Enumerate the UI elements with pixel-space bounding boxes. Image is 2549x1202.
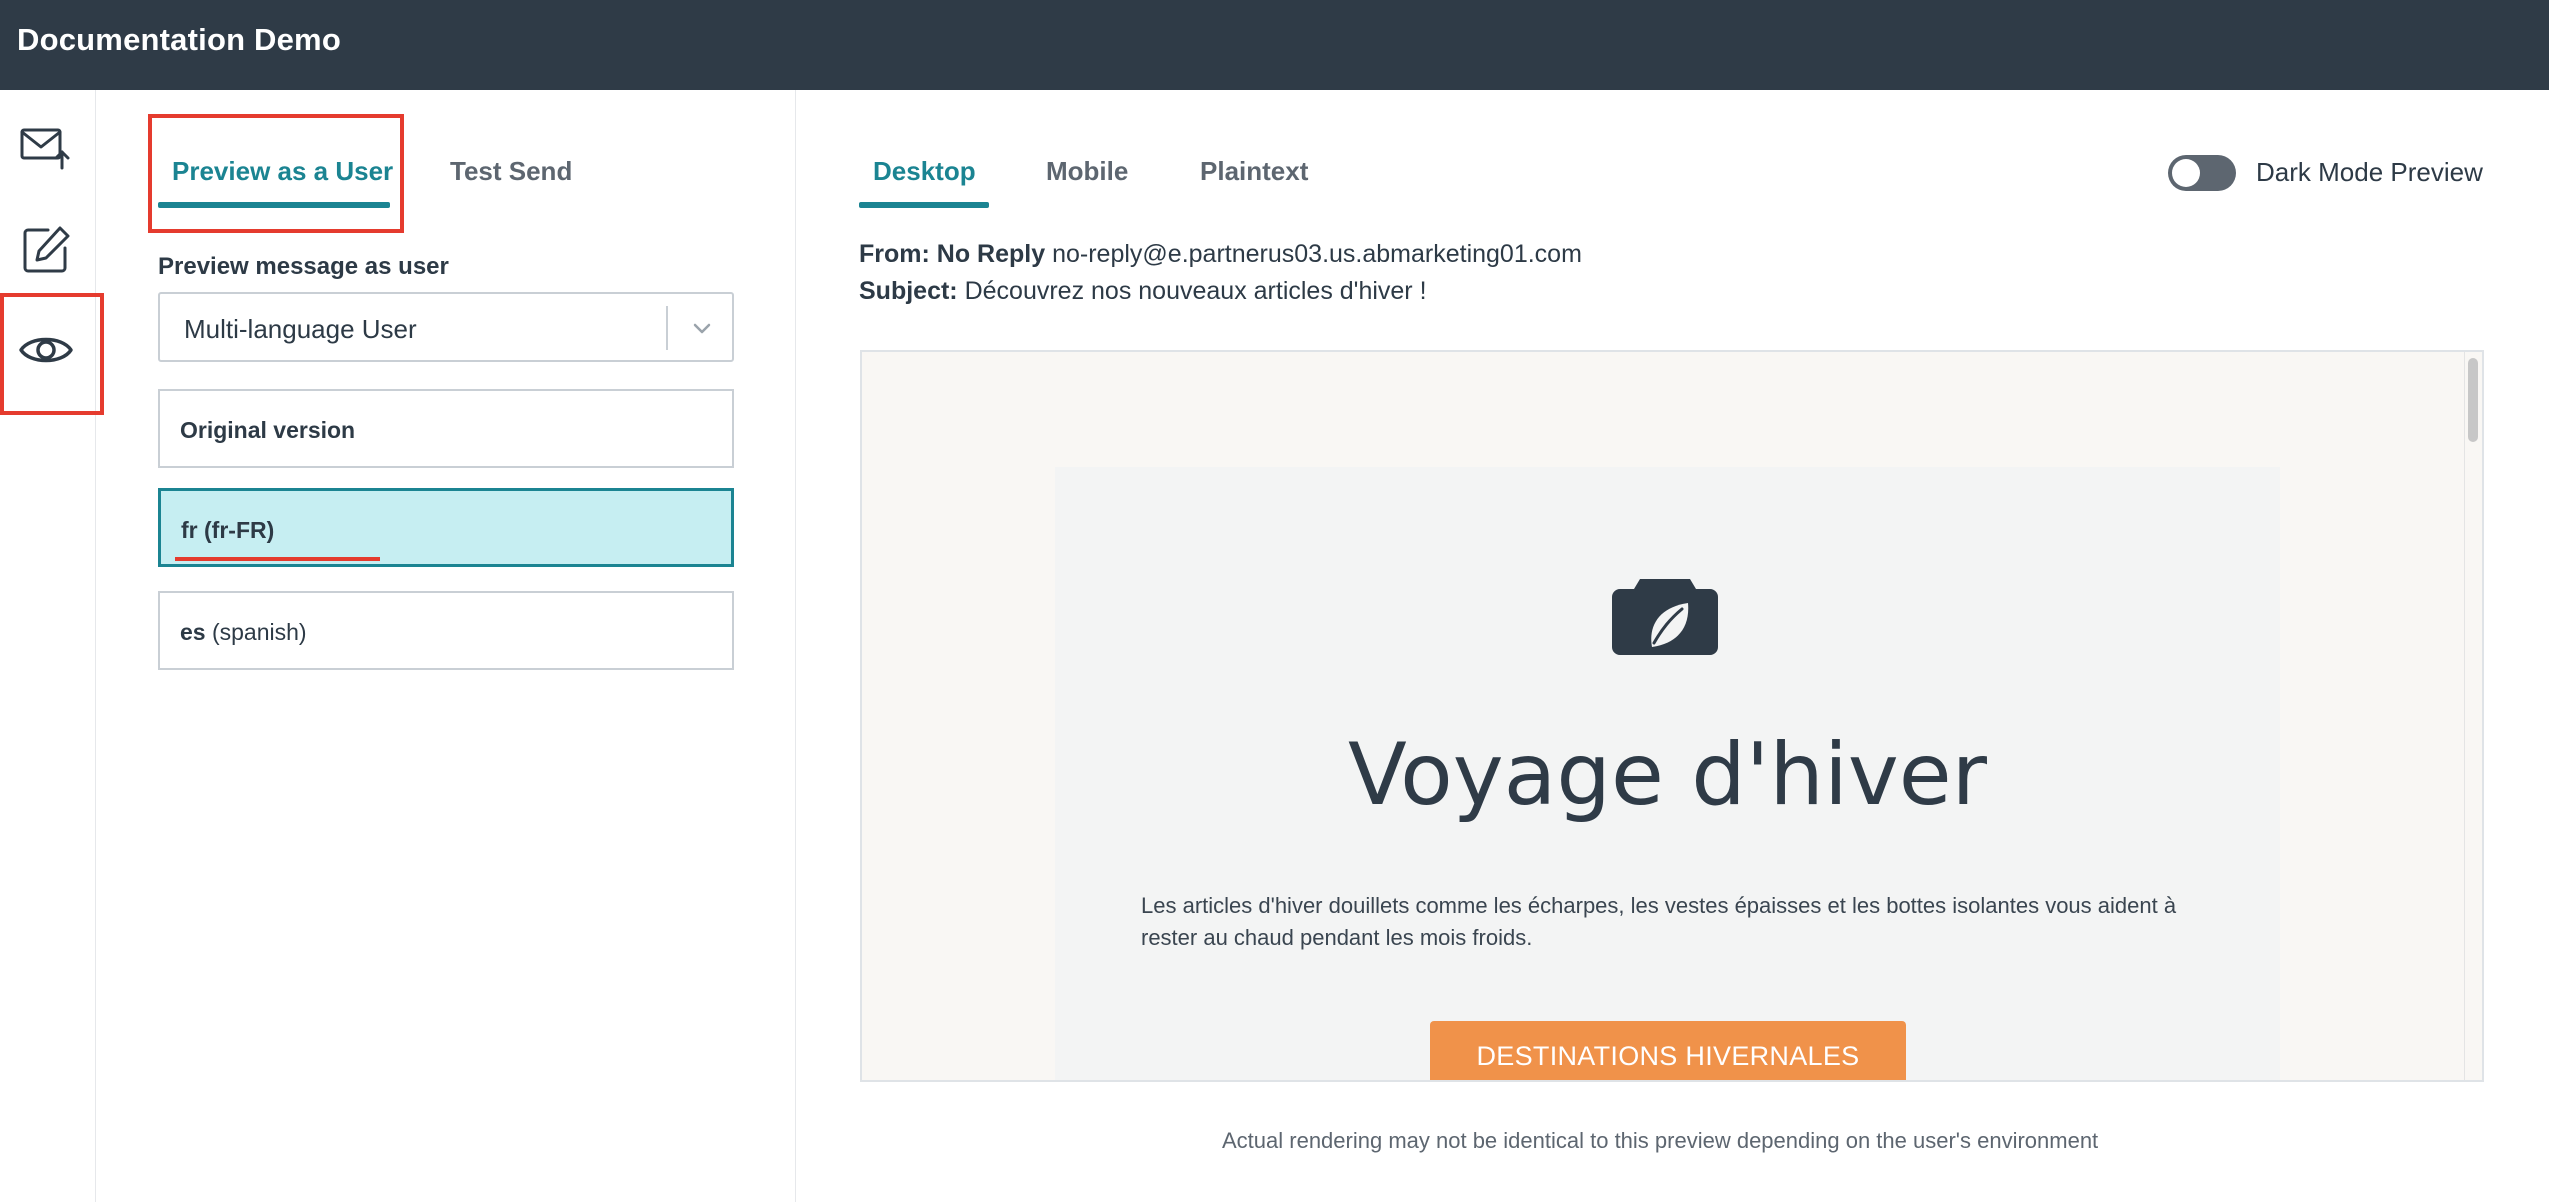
left-icon-rail xyxy=(0,90,96,1202)
scrollbar-thumb[interactable] xyxy=(2468,358,2478,442)
from-email: no-reply@e.partnerus03.us.abmarketing01.… xyxy=(1052,240,1582,268)
subject-label: Subject: xyxy=(859,277,958,305)
version-code: es xyxy=(180,619,206,645)
user-select-value: Multi-language User xyxy=(184,314,417,344)
camera-leaf-logo-icon xyxy=(1612,579,1718,655)
preview-user-label: Preview message as user xyxy=(158,253,449,280)
tab-desktop[interactable]: Desktop xyxy=(873,156,976,187)
version-option-es[interactable]: es (spanish) xyxy=(158,591,734,670)
toggle-knob xyxy=(2172,159,2200,187)
from-name: No Reply xyxy=(936,240,1046,268)
top-bar: Documentation Demo xyxy=(0,0,2549,90)
subject-line: Subject: Découvrez nos nouveaux articles… xyxy=(859,277,1427,306)
tab-plaintext[interactable]: Plaintext xyxy=(1200,156,1308,187)
email-body-text: Les articles d'hiver douillets comme les… xyxy=(1141,893,2177,950)
eye-icon-highlight-box xyxy=(0,293,104,415)
preview-settings-panel: Preview as a User Test Send Preview mess… xyxy=(96,90,796,1202)
envelope-send-icon[interactable] xyxy=(18,120,74,176)
version-option-original[interactable]: Original version xyxy=(158,389,734,468)
version-code: fr xyxy=(181,517,198,543)
active-device-tab-indicator xyxy=(859,202,989,208)
preview-scrollbar[interactable] xyxy=(2464,352,2482,1080)
dark-mode-toggle[interactable] xyxy=(2168,155,2236,191)
version-option-fr[interactable]: fr (fr-FR) xyxy=(158,488,734,567)
cta-button[interactable]: DESTINATIONS HIVERNALES xyxy=(1430,1021,1906,1080)
tab-test-send[interactable]: Test Send xyxy=(450,156,572,187)
version-label: Original version xyxy=(180,417,356,443)
from-label: From: xyxy=(859,240,930,268)
email-card: Voyage d'hiver Les articles d'hiver doui… xyxy=(1055,467,2280,1080)
email-headline: Voyage d'hiver xyxy=(1348,725,1987,825)
edit-icon[interactable] xyxy=(18,222,74,278)
version-locale: (fr-FR) xyxy=(204,517,275,543)
version-label: fr (fr-FR) xyxy=(181,517,274,544)
chevron-down-icon[interactable] xyxy=(686,312,718,344)
fr-option-red-underline xyxy=(175,557,380,561)
email-preview-frame[interactable]: Voyage d'hiver Les articles d'hiver doui… xyxy=(860,350,2484,1082)
rendering-disclaimer: Actual rendering may not be identical to… xyxy=(1222,1128,2099,1153)
app-title: Documentation Demo xyxy=(17,22,341,57)
subject-text: Découvrez nos nouveaux articles d'hiver … xyxy=(964,277,1427,305)
dark-mode-label: Dark Mode Preview xyxy=(2256,157,2483,187)
user-select[interactable]: Multi-language User xyxy=(158,292,734,362)
select-separator xyxy=(666,306,668,350)
tab-mobile[interactable]: Mobile xyxy=(1046,156,1128,187)
version-locale: (spanish) xyxy=(211,619,307,645)
from-line: From: No Reply no-reply@e.partnerus03.us… xyxy=(859,240,1582,269)
version-label: es (spanish) xyxy=(180,619,307,646)
preview-tab-highlight-box xyxy=(148,114,404,233)
